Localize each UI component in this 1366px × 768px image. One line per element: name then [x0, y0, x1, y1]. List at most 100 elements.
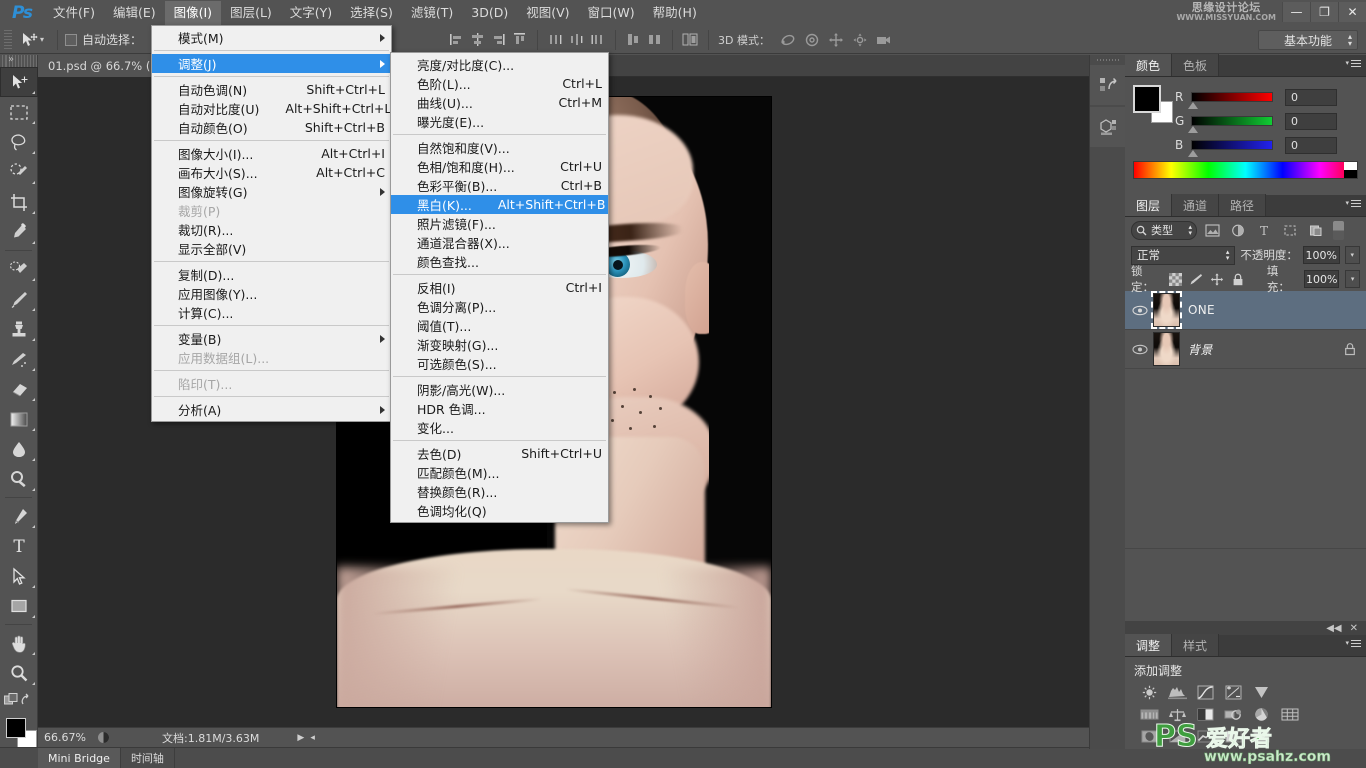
tab-mini-bridge[interactable]: Mini Bridge [38, 747, 121, 768]
adjust-submenu-item[interactable]: 照片滤镜(F)... [391, 214, 608, 233]
adjust-submenu-item[interactable]: 变化... [391, 418, 608, 437]
close-button[interactable]: ✕ [1338, 2, 1366, 22]
type-tool-icon[interactable]: T [0, 531, 38, 561]
minimize-button[interactable]: — [1282, 2, 1310, 22]
lock-image-pixels-icon[interactable] [1189, 271, 1204, 287]
distribute-vertical-icon[interactable] [625, 31, 642, 49]
green-value[interactable]: 0 [1285, 112, 1337, 130]
blue-value[interactable]: 0 [1285, 136, 1337, 154]
collapse-panel-icon[interactable]: ◀◀ [1326, 623, 1341, 634]
quick-mask-extras-icon[interactable] [4, 693, 20, 707]
adjust-submenu-item[interactable]: 黑白(K)... Alt+Shift+Ctrl+B [391, 195, 608, 214]
foreground-color-swatch[interactable] [6, 718, 26, 738]
image-menu-item[interactable]: 自动色调(N) Shift+Ctrl+L [152, 80, 391, 99]
properties-panel-icon[interactable] [1090, 107, 1126, 147]
image-menu-item[interactable]: 应用图像(Y)... [152, 284, 391, 303]
image-menu-item[interactable]: 图像大小(I)... Alt+Ctrl+I [152, 144, 391, 163]
layer-thumbnail[interactable] [1151, 291, 1182, 329]
layer-visibility-eye-icon[interactable] [1127, 305, 1153, 316]
blend-mode-select[interactable]: 正常 ▴ ▾ [1131, 245, 1236, 265]
adjust-submenu-item[interactable]: 色调分离(P)... [391, 297, 608, 316]
move-tool-icon[interactable] [0, 67, 38, 97]
adjust-submenu-item[interactable]: 曝光度(E)... [391, 112, 608, 131]
layers-panel-menu-icon[interactable]: ▾ [1345, 199, 1361, 207]
layer-filter-type-select[interactable]: 类型 ▴ ▾ [1131, 220, 1197, 240]
3d-slide-icon[interactable] [849, 30, 871, 50]
tab-paths[interactable]: 路径 [1219, 194, 1267, 216]
image-menu-popup[interactable]: 模式(M) 调整(J) 自动色调(N) Shift+Ctrl+L 自动对比度(U) Alt… [151, 25, 392, 422]
history-brush-tool-icon[interactable] [0, 344, 38, 374]
rectangle-tool-icon[interactable] [0, 591, 38, 621]
color-lookup-icon[interactable] [1279, 706, 1300, 723]
zoom-level[interactable]: 66.67% [38, 731, 94, 744]
brightness-contrast-icon[interactable] [1139, 684, 1160, 701]
zoom-tool-icon[interactable] [0, 658, 38, 688]
quick-selection-tool-icon[interactable] [0, 157, 38, 187]
distribute-spacing-icon[interactable] [646, 31, 663, 49]
filter-shape-layers-icon[interactable] [1279, 220, 1301, 240]
tab-swatches[interactable]: 色板 [1172, 54, 1220, 76]
tab-timeline[interactable]: 时间轴 [121, 747, 175, 768]
image-menu-item[interactable]: 自动对比度(U) Alt+Shift+Ctrl+L [152, 99, 391, 118]
3d-camera-icon[interactable] [873, 30, 895, 50]
image-menu-item[interactable]: 裁切(R)... [152, 220, 391, 239]
color-balance-icon[interactable] [1167, 706, 1188, 723]
lock-transparent-pixels-icon[interactable] [1168, 271, 1183, 287]
pen-tool-icon[interactable] [0, 501, 38, 531]
image-menu-item[interactable]: 分析(A) [152, 400, 391, 419]
hand-tool-icon[interactable] [0, 628, 38, 658]
adjust-submenu-item[interactable]: 替换颜色(R)... [391, 482, 608, 501]
adjust-submenu-item[interactable]: 色阶(L)... Ctrl+L [391, 74, 608, 93]
curves-icon[interactable] [1195, 684, 1216, 701]
tools-panel-grip[interactable] [0, 55, 37, 67]
3d-pan-icon[interactable] [825, 30, 847, 50]
adjust-submenu-item[interactable]: 颜色查找... [391, 252, 608, 271]
adjust-submenu-item[interactable]: 色调均化(Q) [391, 501, 608, 520]
lock-all-icon[interactable] [1230, 271, 1245, 287]
reset-arrows-icon[interactable] [20, 693, 34, 707]
tab-layers[interactable]: 图层 [1125, 194, 1173, 216]
layer-name[interactable]: ONE [1188, 303, 1215, 317]
tab-styles[interactable]: 样式 [1172, 634, 1220, 656]
adjust-submenu-item[interactable]: 渐变映射(G)... [391, 335, 608, 354]
3d-roll-icon[interactable] [801, 30, 823, 50]
adjustments-panel-menu-icon[interactable]: ▾ [1345, 639, 1361, 647]
levels-icon[interactable] [1167, 684, 1188, 701]
white-black-swatch[interactable] [1344, 162, 1357, 178]
adjust-submenu-item[interactable]: 色相/饱和度(H)... Ctrl+U [391, 157, 608, 176]
menu-help[interactable]: 帮助(H) [644, 1, 706, 25]
red-value[interactable]: 0 [1285, 88, 1337, 106]
selective-color-icon[interactable] [1251, 728, 1272, 745]
menu-type[interactable]: 文字(Y) [281, 1, 341, 25]
adjust-submenu-item[interactable]: 阈值(T)... [391, 316, 608, 335]
spot-healing-brush-tool-icon[interactable] [0, 254, 38, 284]
3d-rotate-icon[interactable] [777, 30, 799, 50]
menu-view[interactable]: 视图(V) [517, 1, 578, 25]
color-panel-foreground-swatch[interactable] [1133, 85, 1161, 113]
status-expand-icon[interactable]: ▶ [297, 733, 304, 743]
image-menu-item[interactable]: 计算(C)... [152, 303, 391, 322]
filter-pixel-layers-icon[interactable] [1201, 220, 1223, 240]
document-info-icon[interactable] [94, 730, 112, 746]
adjust-submenu-popup[interactable]: 亮度/对比度(C)... 色阶(L)... Ctrl+L 曲线(U)... Ctrl+M… [390, 52, 609, 523]
vibrance-icon[interactable] [1251, 684, 1272, 701]
color-panel-menu-icon[interactable]: ▾ [1345, 59, 1361, 67]
menu-file[interactable]: 文件(F) [44, 1, 104, 25]
options-bar-grip[interactable] [4, 29, 12, 50]
gradient-tool-icon[interactable] [0, 404, 38, 434]
menu-select[interactable]: 选择(S) [341, 1, 402, 25]
channel-mixer-icon[interactable] [1251, 706, 1272, 723]
menu-layer[interactable]: 图层(L) [221, 1, 281, 25]
image-menu-item[interactable]: 显示全部(V) [152, 239, 391, 258]
blue-slider[interactable] [1188, 140, 1273, 157]
distribute-centers-icon[interactable] [568, 31, 585, 49]
tab-channels[interactable]: 通道 [1172, 194, 1220, 216]
auto-align-layers-icon[interactable] [682, 31, 699, 49]
adjust-submenu-item[interactable]: 自然饱和度(V)... [391, 138, 608, 157]
blur-tool-icon[interactable] [0, 434, 38, 464]
path-selection-tool-icon[interactable] [0, 561, 38, 591]
exposure-icon[interactable] [1223, 684, 1244, 701]
adjust-submenu-item[interactable]: 反相(I) Ctrl+I [391, 278, 608, 297]
filter-type-layers-icon[interactable]: T [1253, 220, 1275, 240]
adjust-submenu-item[interactable]: 去色(D) Shift+Ctrl+U [391, 444, 608, 463]
